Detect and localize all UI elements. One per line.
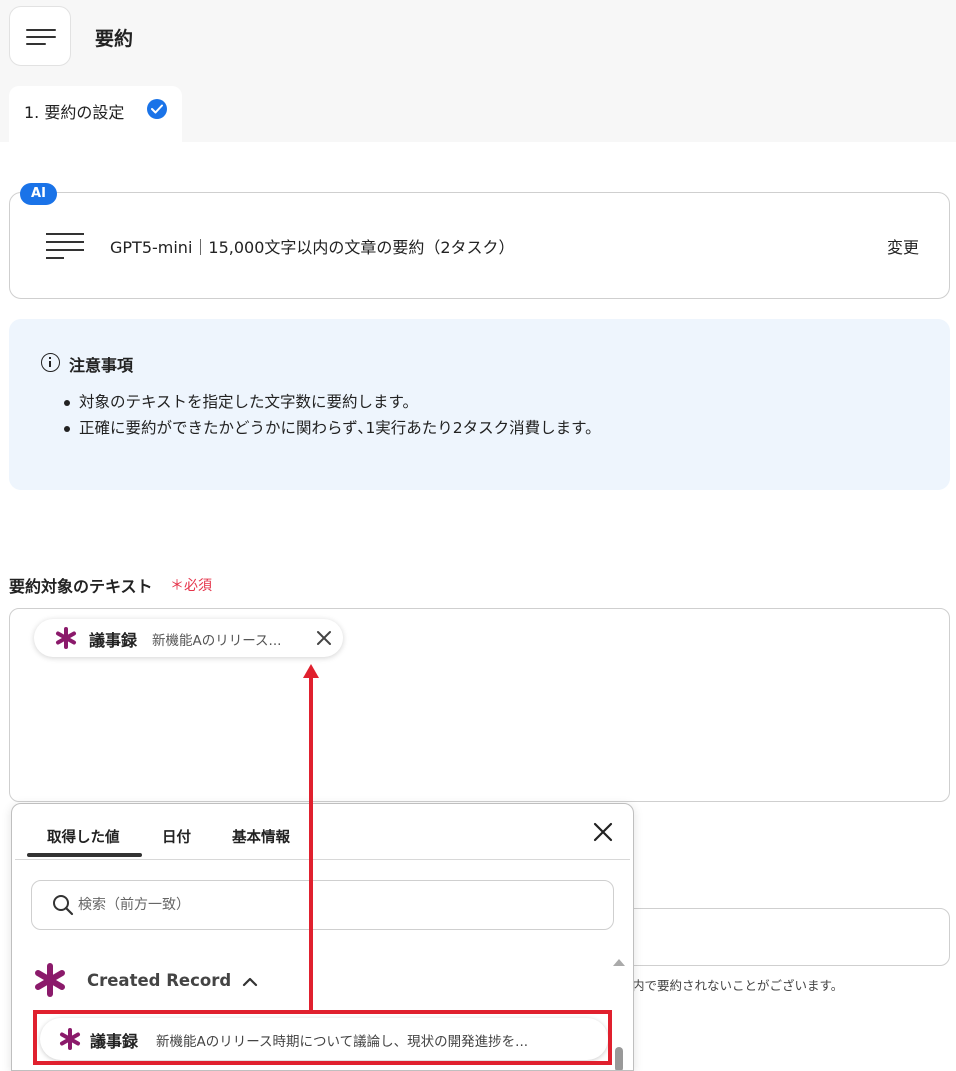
tab-basic-info[interactable]: 基本情報 bbox=[232, 826, 290, 847]
chip-title: 議事録 bbox=[89, 631, 138, 650]
group-title[interactable]: Created Record bbox=[87, 971, 231, 990]
search-field[interactable] bbox=[31, 880, 614, 930]
search-icon bbox=[53, 895, 74, 916]
ai-badge: AI bbox=[20, 183, 57, 205]
notice-item: 正確に要約ができたかどうかに関わらず､1実行あたり2タスク消費します。 bbox=[64, 415, 601, 441]
close-icon[interactable] bbox=[316, 630, 332, 646]
check-icon bbox=[147, 99, 167, 119]
change-button[interactable]: 変更 bbox=[887, 234, 919, 258]
header-bar: 要約 1. 要約の設定 bbox=[0, 0, 956, 142]
model-name: GPT5-mini｜15,000文字以内の文章の要約（2タスク） bbox=[110, 238, 515, 257]
model-card: AI GPT5-mini｜15,000文字以内の文章の要約（2タスク） 変更 bbox=[9, 183, 950, 299]
required-badge: ＊必須 bbox=[170, 578, 212, 594]
scrollbar-thumb[interactable] bbox=[615, 1047, 623, 1070]
field-label: 要約対象のテキスト bbox=[9, 577, 153, 596]
chip-value: 新機能Aのリリース... bbox=[152, 633, 282, 649]
notice-title: 注意事項 bbox=[69, 356, 134, 375]
app-asterisk-icon bbox=[56, 627, 76, 649]
menu-button[interactable] bbox=[9, 6, 71, 66]
tab-fetched-values[interactable]: 取得した値 bbox=[47, 826, 120, 847]
annotation-highlight-box bbox=[33, 1010, 612, 1065]
chevron-up-icon[interactable] bbox=[242, 976, 258, 988]
app-asterisk-icon bbox=[35, 963, 65, 997]
search-input[interactable] bbox=[78, 894, 578, 916]
tab-date[interactable]: 日付 bbox=[162, 826, 191, 847]
tab-summary-settings[interactable]: 1. 要約の設定 bbox=[9, 86, 182, 142]
close-icon[interactable] bbox=[593, 822, 613, 842]
annotation-arrow-line bbox=[309, 675, 313, 1010]
value-chip[interactable]: 議事録 新機能Aのリリース... bbox=[34, 619, 343, 657]
menu-icon bbox=[26, 29, 56, 31]
scroll-up-icon[interactable] bbox=[612, 957, 626, 967]
summary-icon bbox=[46, 233, 86, 259]
annotation-arrow-head bbox=[303, 664, 319, 678]
active-tab-indicator bbox=[27, 853, 142, 857]
word-count-input[interactable] bbox=[620, 908, 950, 966]
notice-item: 対象のテキストを指定した文字数に要約します。 bbox=[64, 389, 601, 415]
notice-panel: 注意事項 対象のテキストを指定した文字数に要約します。 正確に要約ができたかどう… bbox=[9, 319, 950, 490]
tab-label: 1. 要約の設定 bbox=[24, 103, 125, 122]
tab-divider bbox=[15, 859, 630, 860]
info-icon bbox=[41, 353, 60, 372]
field-hint: 内で要約されないことがございます。 bbox=[632, 978, 844, 993]
notice-list: 対象のテキストを指定した文字数に要約します。 正確に要約ができたかどうかに関わら… bbox=[64, 389, 601, 441]
page-title: 要約 bbox=[95, 28, 134, 50]
